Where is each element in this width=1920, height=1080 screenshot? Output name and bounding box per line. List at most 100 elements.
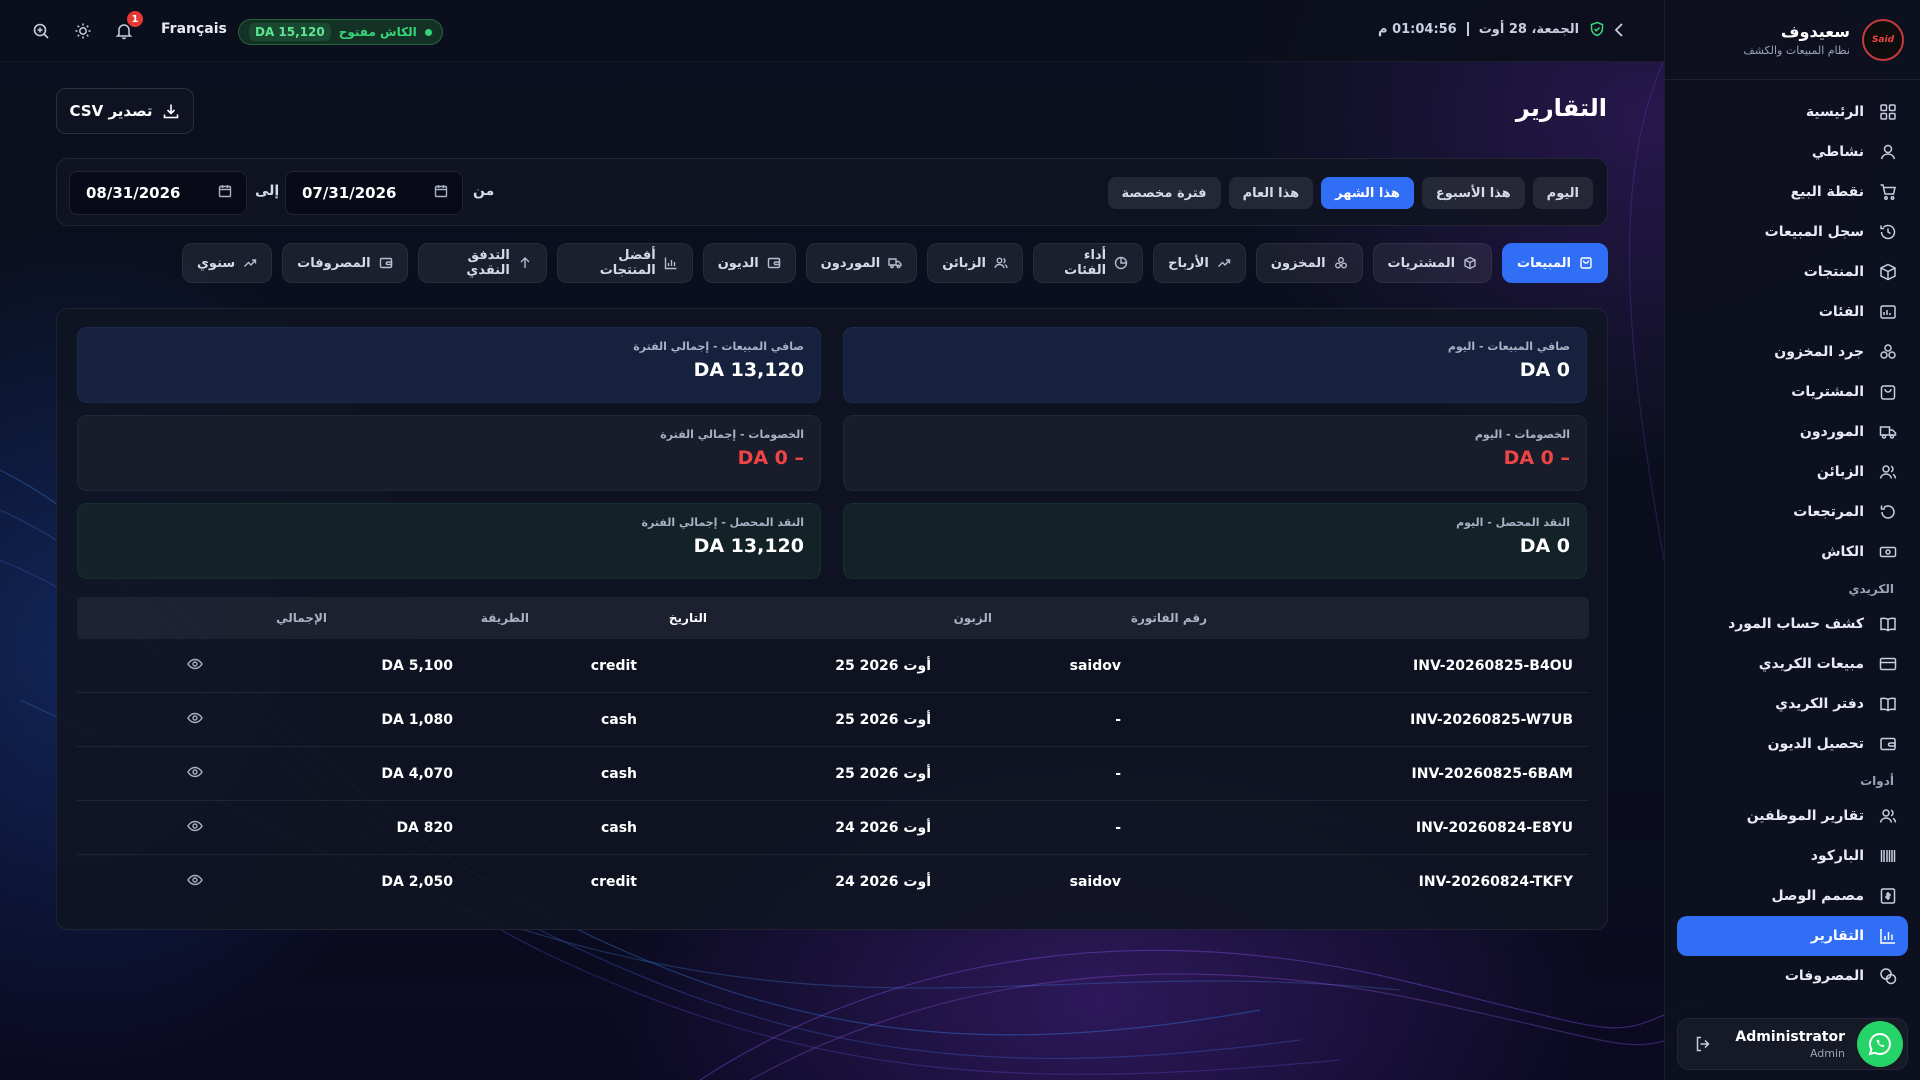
sidebar-item-pos[interactable]: نقطة البيع [1677,172,1908,212]
sidebar-item-credit-sales[interactable]: مبيعات الكريدي [1677,644,1908,684]
header-invoice: رقم الفاتورة [1130,611,1207,625]
sidebar-item-purchases[interactable]: المشتريات [1677,372,1908,412]
cash-status-badge: الكاش مفتوح DA 15,120 [238,19,443,45]
tab-debts[interactable]: الديون [702,243,796,283]
stack-icon [1878,342,1898,362]
book-icon [1878,694,1898,714]
notification-badge: 1 [127,11,143,27]
sidebar: Said سعيدوف نظام المبيعات والكشف الرئيسي… [1664,0,1920,1080]
zoom-icon[interactable] [30,20,52,42]
sidebar-item-supplier-statement[interactable]: كشف حساب المورد [1677,604,1908,644]
box-icon [1463,256,1477,270]
whatsapp-icon[interactable] [1857,1021,1903,1067]
sidebar-item-reports[interactable]: التقارير [1677,916,1908,956]
view-icon[interactable] [187,656,203,676]
tab-suppliers[interactable]: الموردون [805,243,918,283]
users-icon [1878,462,1898,482]
sidebar-item-employee-reports[interactable]: تقارير الموظفين [1677,796,1908,836]
period-custom-button[interactable]: فترة مخصصة [1107,177,1221,209]
tab-profits[interactable]: الأرباح [1153,243,1246,283]
sidebar-item-credit-book[interactable]: دفتر الكريدي [1677,684,1908,724]
tab-yearly[interactable]: سنوي [182,243,273,283]
bag-icon [1579,256,1593,270]
view-icon[interactable] [187,818,203,838]
table-header: رقم الفاتورة الزبون التاريخ الطريقة الإج… [77,597,1589,639]
wallet-icon [1878,734,1898,754]
sidebar-item-returns[interactable]: المرتجعات [1677,492,1908,532]
view-icon[interactable] [187,764,203,784]
table-body: INV-20260825-B4OU saidov 25 أوت 2026 cre… [77,639,1589,909]
sidebar-item-activity[interactable]: نشاطي [1677,132,1908,172]
sidebar-item-customers[interactable]: الزبائن [1677,452,1908,492]
period-week-button[interactable]: هذا الأسبوع [1421,177,1525,209]
from-date-input[interactable]: 07/31/2026 [285,171,463,215]
grid-icon [1878,102,1898,122]
coins-icon [1878,966,1898,986]
to-label: إلى [255,183,280,199]
sidebar-nav: الرئيسية نشاطي نقطة البيع سجل المبيعات ا… [1665,80,1920,996]
category-icon [1878,302,1898,322]
tab-top-products[interactable]: أفضل المنتجات [556,243,693,283]
period-month-button[interactable]: هذا الشهر [1321,177,1414,209]
bar-icon [664,256,678,270]
sidebar-item-suppliers[interactable]: الموردون [1677,412,1908,452]
user-icon [1878,142,1898,162]
sidebar-item-expenses[interactable]: المصروفات [1677,956,1908,996]
sidebar-item-debt-collection[interactable]: تحصيل الديون [1677,724,1908,764]
sidebar-item-products[interactable]: المنتجات [1677,252,1908,292]
book-icon [1878,614,1898,634]
stat-cash-period: النقد المحصل - إجمالي الفترة DA 13,120 [77,503,821,579]
brand-logo: Said [1862,18,1904,61]
wallet-icon [767,256,781,270]
tab-sales[interactable]: المبيعات [1502,243,1608,283]
wallet-icon [379,256,393,270]
users-icon [994,256,1008,270]
trend-icon [1217,256,1231,270]
period-today-button[interactable]: اليوم [1532,177,1593,209]
sidebar-item-home[interactable]: الرئيسية [1677,92,1908,132]
sidebar-item-barcode[interactable]: الباركود [1677,836,1908,876]
tab-expenses[interactable]: المصروفات [282,243,408,283]
stat-discounts-today: الخصومات - اليوم DA 0 – [843,415,1587,491]
user-card: Administrator Admin [1677,1018,1908,1070]
report-tabs: المبيعات المشتريات المخزون الأرباح أداء … [182,243,1608,283]
language-switch[interactable]: Français [161,21,227,37]
view-icon[interactable] [187,872,203,892]
user-name: Administrator [1735,1028,1845,1045]
sidebar-item-receipt-designer[interactable]: مصمم الوصل [1677,876,1908,916]
truck-icon [1878,422,1898,442]
sidebar-section-credit: الكريدي [1848,582,1895,596]
header-method: الطريقة [480,611,529,625]
tab-category-performance[interactable]: أداء الفئات [1033,243,1144,283]
stat-cash-today: النقد المحصل - اليوم DA 0 [843,503,1587,579]
period-year-button[interactable]: هذا العام [1228,177,1314,209]
card-icon [1878,654,1898,674]
logout-icon[interactable] [1694,1035,1712,1057]
sidebar-item-sales-history[interactable]: سجل المبيعات [1677,212,1908,252]
tab-customers[interactable]: الزبائن [927,243,1023,283]
bag-icon [1878,382,1898,402]
bell-icon[interactable]: 1 [113,11,143,42]
invoices-table: رقم الفاتورة الزبون التاريخ الطريقة الإج… [77,597,1589,909]
stat-net-sales-period: صافي المبيعات - إجمالي الفترة DA 13,120 [77,327,821,403]
header-total: الإجمالي [276,611,327,625]
tab-cash-flow[interactable]: التدفق النقدي [417,243,547,283]
filter-bar: اليوم هذا الأسبوع هذا الشهر هذا العام فت… [56,158,1608,226]
to-date-input[interactable]: 08/31/2026 [69,171,247,215]
sidebar-item-categories[interactable]: الفئات [1677,292,1908,332]
sidebar-item-inventory[interactable]: جرد المخزون [1677,332,1908,372]
export-csv-button[interactable]: تصدير CSV [56,88,194,134]
users-icon [1878,806,1898,826]
tab-inventory[interactable]: المخزون [1255,243,1363,283]
tab-purchases[interactable]: المشتريات [1372,243,1493,283]
calendar-icon[interactable] [434,184,448,202]
stack-icon [1334,256,1348,270]
status-dot [424,28,432,36]
view-icon[interactable] [187,710,203,730]
calendar-icon[interactable] [218,184,232,202]
sidebar-item-cash[interactable]: الكاش [1677,532,1908,572]
download-icon [162,102,180,120]
chevron-left-icon[interactable] [1612,21,1626,44]
header-customer: الزبون [953,611,992,625]
sun-icon[interactable] [72,20,94,42]
